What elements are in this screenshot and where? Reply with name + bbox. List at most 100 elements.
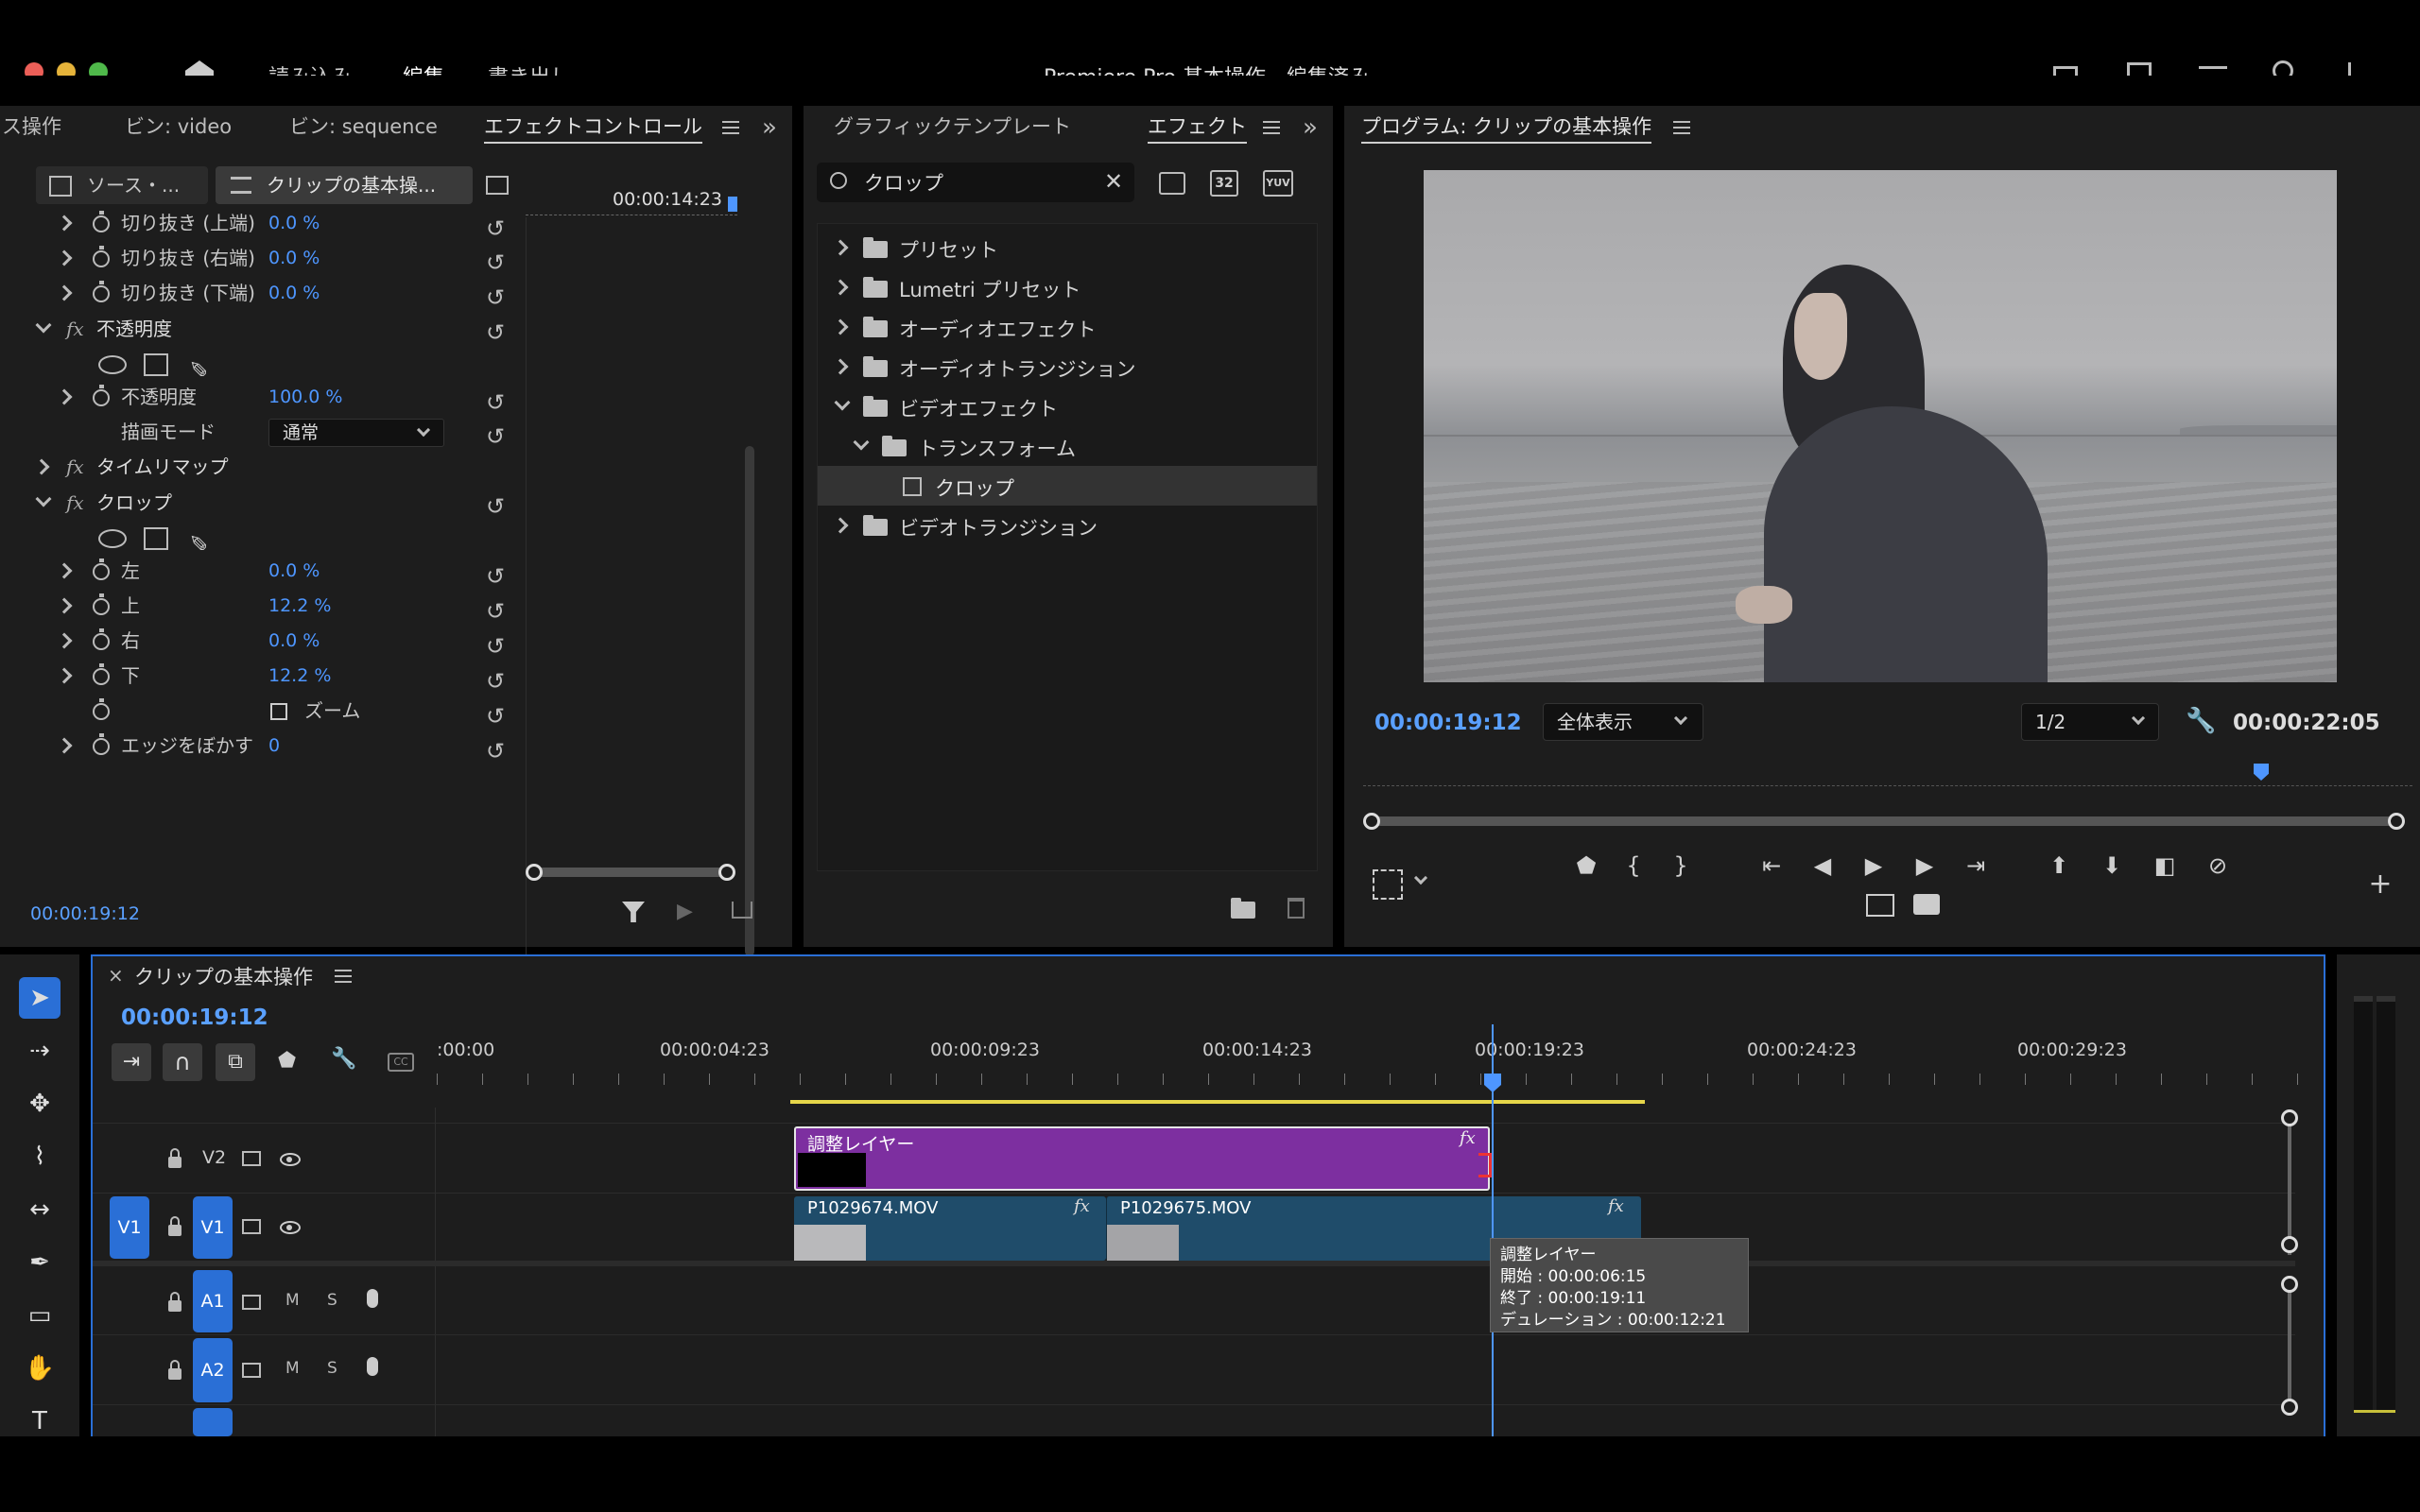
track-target-a2[interactable]: A2: [193, 1338, 233, 1402]
reset-icon[interactable]: ↺: [486, 284, 505, 311]
stopwatch-icon[interactable]: [93, 558, 110, 580]
track-target-partial[interactable]: [193, 1408, 233, 1436]
property-value[interactable]: 12.2 %: [268, 659, 331, 694]
lock-icon[interactable]: [168, 1148, 182, 1168]
timeline-timecode[interactable]: 00:00:19:12: [121, 1005, 268, 1030]
step-back-icon[interactable]: ◀: [1807, 852, 1838, 879]
search-icon[interactable]: [2273, 60, 2293, 76]
32bit-effects-icon[interactable]: 32: [1210, 170, 1238, 197]
export-frame-icon[interactable]: [1866, 894, 1894, 917]
settings-wrench-icon[interactable]: 🔧: [331, 1047, 356, 1071]
captions-icon[interactable]: CC: [388, 1053, 414, 1072]
pen-tool[interactable]: ✒: [19, 1242, 60, 1283]
program-title[interactable]: プログラム: クリップの基本操作: [1361, 106, 1652, 147]
tab-import[interactable]: 読み込み: [268, 60, 352, 76]
collapse-icon[interactable]: [35, 317, 52, 334]
ellipse-mask-icon[interactable]: [98, 355, 127, 374]
sync-lock-icon[interactable]: [242, 1219, 261, 1234]
panel-overflow-icon[interactable]: »: [762, 113, 777, 142]
toggle-timeline-icon[interactable]: [486, 176, 509, 195]
extract-icon[interactable]: ⬇: [2097, 852, 2127, 879]
property-value[interactable]: 0: [268, 729, 280, 764]
tree-item-lumetri-presets[interactable]: Lumetri プリセット: [818, 267, 1317, 307]
panel-menu-icon[interactable]: [1673, 121, 1690, 134]
stopwatch-icon[interactable]: [93, 698, 110, 720]
solo-button[interactable]: S: [327, 1291, 337, 1310]
go-to-in-icon[interactable]: ⇤: [1756, 852, 1787, 879]
effects-search[interactable]: ✕: [817, 163, 1134, 202]
reset-icon[interactable]: ↺: [486, 703, 505, 730]
timeline-title[interactable]: クリップの基本操作: [134, 962, 313, 990]
go-to-out-icon[interactable]: ⇥: [1961, 852, 1991, 879]
solo-button[interactable]: S: [327, 1359, 337, 1378]
expand-icon[interactable]: [56, 667, 73, 684]
fit-select[interactable]: 全体表示: [1543, 703, 1703, 741]
new-bin-icon[interactable]: [1231, 898, 1255, 919]
rectangle-mask-icon[interactable]: [144, 527, 168, 550]
ripple-edit-tool[interactable]: ✥: [19, 1083, 60, 1125]
close-tab-icon[interactable]: ×: [108, 964, 124, 987]
effects-search-input[interactable]: [864, 168, 1081, 197]
microphone-icon[interactable]: [367, 1357, 378, 1376]
tree-item-video-transitions[interactable]: ビデオトランジション: [818, 506, 1317, 545]
reset-icon[interactable]: ↺: [486, 493, 505, 520]
collapse-icon[interactable]: [35, 490, 52, 507]
program-timecode[interactable]: 00:00:19:12: [1374, 711, 1522, 735]
mute-button[interactable]: M: [285, 1359, 300, 1378]
eye-icon[interactable]: [280, 1153, 301, 1166]
tab-effects[interactable]: エフェクト: [1148, 106, 1247, 147]
lock-icon[interactable]: [168, 1216, 182, 1236]
video-scroll-bottom[interactable]: [2281, 1236, 2298, 1253]
zoom-checkbox[interactable]: [270, 703, 287, 720]
safe-margins-icon[interactable]: [1373, 869, 1403, 900]
stopwatch-icon[interactable]: [93, 211, 110, 232]
audio-scroll-top[interactable]: [2281, 1276, 2298, 1293]
tab-bin-sequence[interactable]: ビン: sequence: [289, 106, 438, 147]
window-minimize-button[interactable]: [57, 62, 76, 76]
nest-toggle-button[interactable]: ⇥: [112, 1043, 151, 1081]
property-value[interactable]: 0.0 %: [268, 554, 320, 589]
crop-effect-header[interactable]: fx クロップ: [0, 486, 484, 521]
expand-icon[interactable]: [56, 597, 73, 614]
lock-icon[interactable]: [168, 1292, 182, 1312]
work-area-bar[interactable]: [790, 1100, 1645, 1104]
rectangle-mask-icon[interactable]: [144, 353, 168, 376]
video-scroll-top[interactable]: [2281, 1109, 2298, 1126]
zoom-handle-left[interactable]: [1363, 813, 1380, 830]
program-zoom-bar[interactable]: [1373, 816, 2394, 826]
opacity-effect-header[interactable]: fx 不透明度: [0, 312, 484, 347]
video-clip-1[interactable]: P1029674.MOV fx: [794, 1196, 1106, 1261]
ec-timecode[interactable]: 00:00:19:12: [30, 903, 140, 924]
sync-lock-icon[interactable]: [242, 1151, 261, 1166]
tree-item-audio-effects[interactable]: オーディオエフェクト: [818, 307, 1317, 347]
stopwatch-icon[interactable]: [93, 663, 110, 685]
reset-icon[interactable]: ↺: [486, 563, 505, 590]
workspace-icon[interactable]: [2053, 66, 2078, 76]
ec-zoom-handle-right[interactable]: [718, 864, 735, 881]
tab-bin-video[interactable]: ビン: video: [125, 106, 232, 147]
progress-icon[interactable]: [2199, 66, 2227, 76]
camera-icon[interactable]: [1913, 894, 1940, 915]
expand-icon[interactable]: [56, 562, 73, 579]
compare-view-icon[interactable]: ◧: [2150, 852, 2180, 879]
tab-effect-controls[interactable]: エフェクトコントロール: [484, 106, 702, 147]
track-select-tool[interactable]: ⇢: [19, 1030, 60, 1072]
sync-lock-icon[interactable]: [242, 1295, 261, 1310]
window-close-button[interactable]: [25, 62, 43, 76]
razor-tool[interactable]: ⌇: [19, 1136, 60, 1177]
tab-basic[interactable]: ス操作: [2, 106, 61, 147]
expand-icon[interactable]: [56, 249, 73, 266]
play-audio-icon[interactable]: ▶: [677, 900, 693, 923]
ec-zoom-handle-left[interactable]: [526, 864, 543, 881]
timeline-ruler[interactable]: :00:00 00:00:04:23 00:00:09:23 00:00:14:…: [437, 1040, 2346, 1106]
ellipse-mask-icon[interactable]: [98, 529, 127, 548]
video-scrollbar[interactable]: [2288, 1123, 2291, 1255]
add-button-icon[interactable]: +: [2365, 868, 2395, 901]
stopwatch-icon[interactable]: [93, 385, 110, 406]
adjustment-layer-clip[interactable]: 調整レイヤー fx: [794, 1126, 1492, 1191]
export-icon[interactable]: [732, 902, 752, 919]
mark-in-icon[interactable]: {: [1618, 852, 1649, 879]
reset-icon[interactable]: ↺: [486, 215, 505, 242]
home-icon[interactable]: [185, 60, 214, 76]
proxy-icon[interactable]: ⊘: [2203, 852, 2233, 879]
